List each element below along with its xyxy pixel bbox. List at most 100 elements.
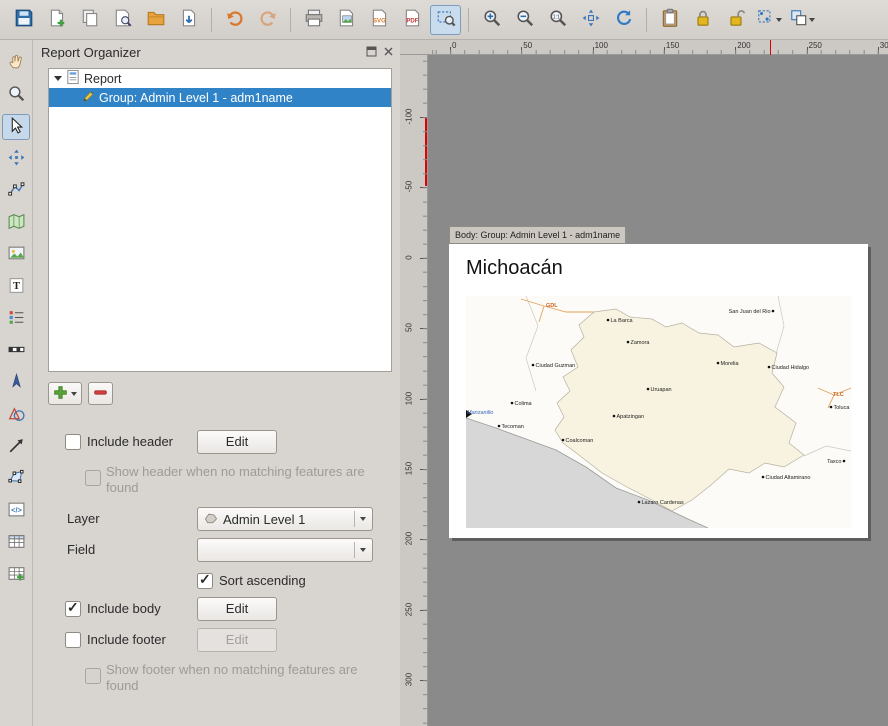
- item-options-button[interactable]: [786, 5, 817, 35]
- remove-section-button[interactable]: [88, 382, 113, 405]
- dropdown-arrow-icon: [776, 18, 782, 22]
- export-image-button[interactable]: [331, 5, 362, 35]
- duplicate-icon: [80, 8, 100, 31]
- export-pdf-icon: PDF: [403, 8, 423, 31]
- layout-canvas[interactable]: Body: Group: Admin Level 1 - adm1name Mi…: [428, 55, 888, 726]
- toolbar-separator: [290, 8, 291, 32]
- unlock-icon: [726, 8, 746, 31]
- layout-canvas-area: 050100150200250300 -100-5005010015020025…: [400, 40, 888, 726]
- tree-item-group[interactable]: Group: Admin Level 1 - adm1name: [49, 88, 391, 107]
- save-as-template-button[interactable]: [173, 5, 204, 35]
- include-footer-label: Include footer: [87, 632, 166, 648]
- dropdown-arrow-icon: [360, 517, 366, 521]
- close-panel-icon[interactable]: [383, 45, 394, 60]
- svg-text:Ciudad Hidalgo: Ciudad Hidalgo: [772, 365, 810, 371]
- tree-item-label: Report: [84, 72, 122, 86]
- select-items-button[interactable]: [753, 5, 784, 35]
- redo-button[interactable]: [252, 5, 283, 35]
- panel-title: Report Organizer: [41, 45, 141, 60]
- toolbar-separator: [211, 8, 212, 32]
- show-header-label: Show header when no matching features ar…: [106, 464, 366, 496]
- pan-tool-button[interactable]: [2, 50, 30, 76]
- lock-items-button[interactable]: [687, 5, 718, 35]
- float-panel-icon[interactable]: [366, 45, 377, 60]
- svg-text:Toluca: Toluca: [834, 405, 851, 411]
- layer-combo[interactable]: Admin Level 1: [197, 507, 373, 531]
- report-tree[interactable]: Report Group: Admin Level 1 - adm1name: [48, 68, 392, 372]
- add-shape-button[interactable]: [2, 402, 30, 428]
- zoom-actual-button[interactable]: 1:1: [542, 5, 573, 35]
- tree-item-label: Group: Admin Level 1 - adm1name: [99, 91, 293, 105]
- report-organizer-panel: Report Organizer Report Group: Admin Lev…: [33, 40, 400, 726]
- svg-text:T: T: [12, 281, 19, 292]
- zoom-in-button[interactable]: [476, 5, 507, 35]
- save-template-icon: [179, 8, 199, 31]
- export-svg-button[interactable]: SVG: [364, 5, 395, 35]
- add-attribute-table-button[interactable]: [2, 530, 30, 556]
- move-content-icon: [7, 148, 26, 170]
- refresh-button[interactable]: [608, 5, 639, 35]
- field-label: Field: [67, 542, 95, 558]
- add-label-button[interactable]: T: [2, 274, 30, 300]
- export-pdf-button[interactable]: PDF: [397, 5, 428, 35]
- sort-ascending-checkbox[interactable]: ✓: [197, 573, 213, 589]
- add-map-button[interactable]: [2, 210, 30, 236]
- folder-icon: [146, 8, 166, 31]
- report-manager-icon: [113, 8, 133, 31]
- svg-text:Lazaro Cardenas: Lazaro Cardenas: [642, 500, 684, 506]
- svg-text:TLC: TLC: [833, 392, 844, 398]
- panel-header: Report Organizer: [33, 40, 400, 66]
- add-label-icon: T: [7, 276, 26, 298]
- undo-icon: [225, 8, 245, 31]
- add-html-button[interactable]: </>: [2, 498, 30, 524]
- svg-text:Morelia: Morelia: [721, 361, 740, 367]
- include-body-checkbox[interactable]: ✓: [65, 601, 81, 617]
- edit-nodes-button[interactable]: [2, 178, 30, 204]
- zoom-tool-button[interactable]: [2, 82, 30, 108]
- duplicate-report-button[interactable]: [74, 5, 105, 35]
- vector-layer-icon: [204, 512, 218, 527]
- lock-icon: [693, 8, 713, 31]
- add-picture-button[interactable]: [2, 242, 30, 268]
- dropdown-arrow-icon: [809, 18, 815, 22]
- report-manager-button[interactable]: [107, 5, 138, 35]
- add-node-item-button[interactable]: [2, 466, 30, 492]
- select-move-item-button[interactable]: [2, 114, 30, 140]
- svg-text:Manzanillo: Manzanillo: [467, 410, 493, 416]
- new-report-button[interactable]: [41, 5, 72, 35]
- add-shape-icon: [7, 404, 26, 426]
- unlock-items-button[interactable]: [720, 5, 751, 35]
- ruler-cursor-marker: [425, 117, 427, 186]
- load-template-button[interactable]: [140, 5, 171, 35]
- move-item-content-button[interactable]: [2, 146, 30, 172]
- add-picture-icon: [7, 244, 26, 266]
- undo-button[interactable]: [219, 5, 250, 35]
- report-page[interactable]: Michoacán GDLSan Juan del R: [449, 244, 868, 538]
- add-fixed-table-button[interactable]: [2, 562, 30, 588]
- add-arrow-button[interactable]: [2, 434, 30, 460]
- edit-header-button[interactable]: Edit: [197, 430, 277, 454]
- add-section-button[interactable]: [48, 382, 82, 405]
- add-scalebar-button[interactable]: [2, 338, 30, 364]
- svg-text:Apatzingan: Apatzingan: [617, 414, 645, 420]
- redo-icon: [258, 8, 278, 31]
- zoom-out-button[interactable]: [509, 5, 540, 35]
- add-icon: [53, 385, 68, 403]
- edit-body-button[interactable]: Edit: [197, 597, 277, 621]
- svg-text:Taxco: Taxco: [827, 459, 841, 465]
- include-header-checkbox[interactable]: ✓: [65, 434, 81, 450]
- expander-icon[interactable]: [54, 76, 62, 81]
- zoom-full-button[interactable]: [575, 5, 606, 35]
- tree-item-report[interactable]: Report: [49, 69, 391, 88]
- layer-combo-value: Admin Level 1: [223, 512, 305, 527]
- copy-button[interactable]: [654, 5, 685, 35]
- preview-refresh-button[interactable]: [430, 5, 461, 35]
- save-project-button[interactable]: [8, 5, 39, 35]
- print-button[interactable]: [298, 5, 329, 35]
- zoom-in-icon: [482, 8, 502, 31]
- add-north-arrow-button[interactable]: [2, 370, 30, 396]
- include-footer-checkbox[interactable]: ✓: [65, 632, 81, 648]
- field-combo[interactable]: [197, 538, 373, 562]
- map-item[interactable]: GDLSan Juan del RioLa BarcaZamoraCiudad …: [466, 296, 851, 528]
- add-legend-button[interactable]: [2, 306, 30, 332]
